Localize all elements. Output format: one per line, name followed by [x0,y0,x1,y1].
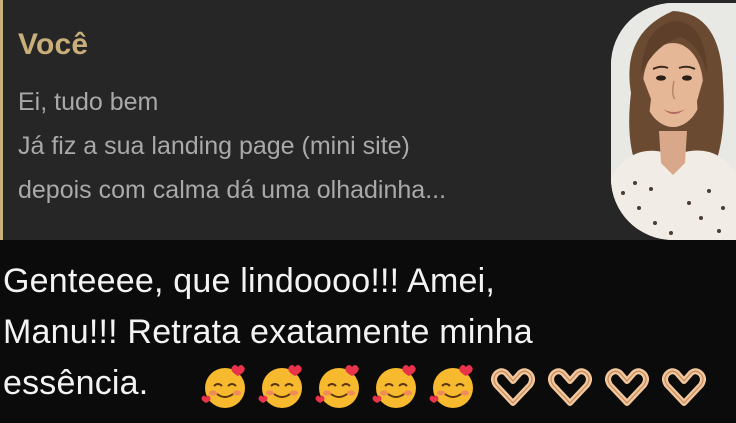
quote-accent-bar [0,0,3,240]
portrait-image [611,3,736,240]
quoted-message[interactable]: Você Ei, tudo bem Já fiz a sua landing p… [0,0,736,240]
heart-hands-icon [605,368,649,406]
reply-line: Genteeee, que lindoooo!!! Amei, [3,262,495,300]
heart-hands-icon [662,368,706,406]
smiling-face-with-hearts-icon [201,365,245,408]
quoted-author: Você [18,28,89,61]
smiling-face-with-hearts-icon [258,365,302,408]
reply-line: essência. [3,364,149,402]
smiling-face-with-hearts-icon [372,365,416,408]
heart-hands-icon [548,368,592,406]
heart-hands-icon [491,368,535,406]
emoji-row [200,361,720,413]
smiling-face-with-hearts-icon [315,365,359,408]
reply-line: Manu!!! Retrata exatamente minha [3,313,533,351]
smiling-face-with-hearts-icon [429,365,473,408]
quoted-line: depois com calma dá uma olhadinha... [18,176,447,204]
quoted-photo-thumbnail[interactable] [611,3,736,240]
quoted-line: Ei, tudo bem [18,88,159,116]
quoted-line: Já fiz a sua landing page (mini site) [18,132,410,160]
